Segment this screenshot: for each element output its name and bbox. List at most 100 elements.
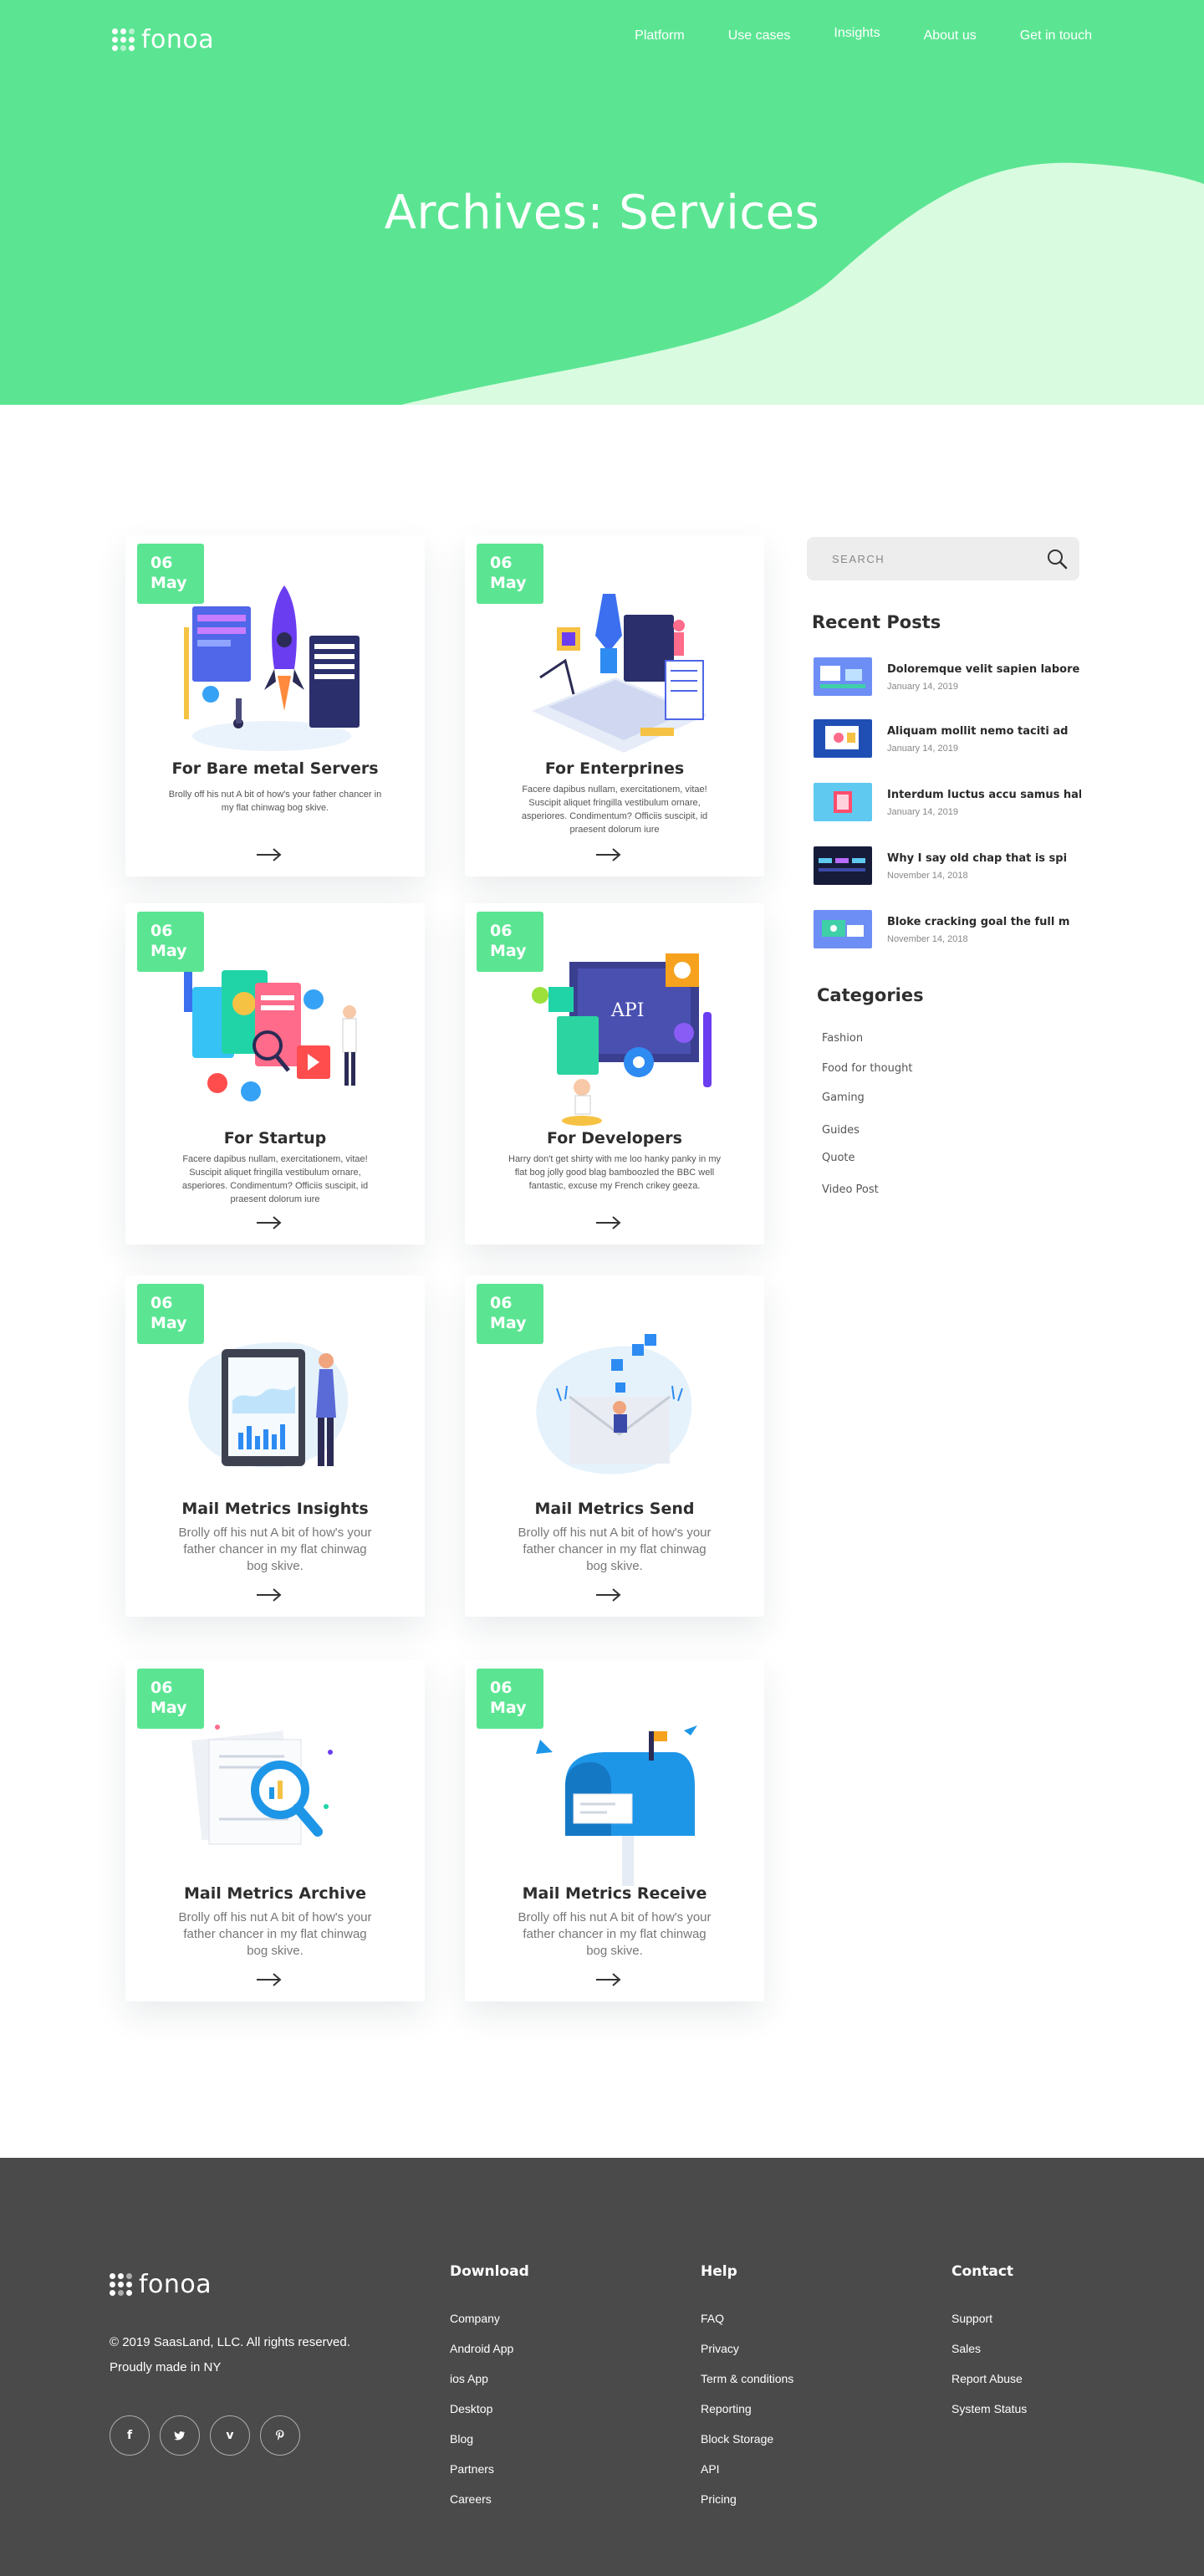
footer-link-company[interactable]: Company bbox=[450, 2303, 529, 2333]
arrow-right-icon[interactable] bbox=[594, 1971, 623, 1988]
arrow-right-icon[interactable] bbox=[594, 1214, 623, 1231]
recent-post[interactable]: Why I say old chap that is spi November … bbox=[814, 846, 1089, 885]
service-card-bare-metal[interactable]: 06 May For Bare metal Servers Brolly off … bbox=[125, 535, 425, 877]
footer-link-blog[interactable]: Blog bbox=[450, 2424, 529, 2454]
service-card-mail-metrics-insights[interactable]: 06 May Mail Metrics Insights Brolly off h… bbox=[125, 1275, 425, 1617]
arrow-right-icon[interactable] bbox=[255, 846, 283, 863]
card-title[interactable]: Mail Metrics Archive bbox=[125, 1884, 425, 1903]
post-thumbnail bbox=[814, 846, 872, 885]
card-title[interactable]: For Developers bbox=[465, 1129, 764, 1147]
footer-link-sales[interactable]: Sales bbox=[951, 2333, 1027, 2364]
service-card-mail-metrics-receive[interactable]: 06 May Mail Metrics Receive Brolly off hi… bbox=[465, 1660, 764, 2001]
card-title[interactable]: For Startup bbox=[125, 1129, 425, 1147]
recent-post[interactable]: Interdum luctus accu samus hab January 1… bbox=[814, 783, 1089, 821]
post-thumbnail bbox=[814, 783, 872, 821]
card-title[interactable]: Mail Metrics Insights bbox=[125, 1500, 425, 1518]
date-badge: 06 May bbox=[477, 544, 543, 604]
category-link-fashion[interactable]: Fashion bbox=[822, 1032, 863, 1045]
footer-link-support[interactable]: Support bbox=[951, 2303, 1027, 2333]
card-excerpt: Facere dapibus nullam, exercitationem, v… bbox=[181, 1154, 369, 1204]
footer-link-report-abuse[interactable]: Report Abuse bbox=[951, 2364, 1027, 2394]
card-title[interactable]: Mail Metrics Receive bbox=[465, 1884, 764, 1903]
search-icon[interactable] bbox=[1046, 548, 1068, 570]
service-card-mail-metrics-send[interactable]: 06 May Mail Metrics Send Brolly off his n… bbox=[465, 1275, 764, 1617]
footer-link-privacy[interactable]: Privacy bbox=[701, 2333, 793, 2364]
date-badge: 06 May bbox=[137, 1669, 204, 1729]
footer-link-desktop[interactable]: Desktop bbox=[450, 2394, 529, 2424]
category-link-food-for-thought[interactable]: Food for thought bbox=[822, 1062, 912, 1075]
footer-column-help: Help FAQ Privacy Term & conditions Repor… bbox=[701, 2263, 793, 2514]
recent-post-title[interactable]: Aliquam mollit nemo taciti ad bbox=[887, 725, 1081, 738]
footer-column-heading: Help bbox=[701, 2263, 737, 2280]
category-link-gaming[interactable]: Gaming bbox=[822, 1091, 865, 1104]
footer-column-heading: Contact bbox=[951, 2263, 1014, 2280]
recent-post[interactable]: Bloke cracking goal the full m November … bbox=[814, 910, 1089, 948]
recent-post-title[interactable]: Bloke cracking goal the full m bbox=[887, 916, 1081, 928]
recent-post[interactable]: Doloremque velit sapien labore January 1… bbox=[814, 657, 1089, 696]
footer-link-system-status[interactable]: System Status bbox=[951, 2394, 1027, 2424]
recent-post-title[interactable]: Doloremque velit sapien labore bbox=[887, 663, 1081, 676]
service-card-developers[interactable]: API 06 May For Developers Harry don't get… bbox=[465, 903, 764, 1245]
recent-post-date: January 14, 2019 bbox=[887, 744, 959, 754]
site-logo[interactable]: fonoa bbox=[112, 25, 214, 54]
recent-posts-heading: Recent Posts bbox=[812, 612, 941, 632]
card-title[interactable]: Mail Metrics Send bbox=[465, 1500, 764, 1518]
footer-link-api[interactable]: API bbox=[701, 2454, 793, 2484]
date-badge: 06 May bbox=[137, 912, 204, 972]
footer-link-block-storage[interactable]: Block Storage bbox=[701, 2424, 793, 2454]
service-card-enterprises[interactable]: 06 May For Enterprines Facere dapibus nul… bbox=[465, 535, 764, 877]
search-input[interactable] bbox=[807, 537, 1033, 580]
footer-link-ios-app[interactable]: ios App bbox=[450, 2364, 529, 2394]
card-excerpt: Brolly off his nut A bit of how's your f… bbox=[178, 1910, 372, 1958]
footer-link-partners[interactable]: Partners bbox=[450, 2454, 529, 2484]
twitter-icon[interactable] bbox=[160, 2415, 200, 2456]
arrow-right-icon[interactable] bbox=[255, 1971, 283, 1988]
service-card-startup[interactable]: 06 May For Startup Facere dapibus nullam,… bbox=[125, 903, 425, 1245]
date-badge: 06 May bbox=[137, 1284, 204, 1344]
logo-text: fonoa bbox=[139, 2270, 212, 2299]
arrow-right-icon[interactable] bbox=[255, 1214, 283, 1231]
nav-item-about-us[interactable]: About us bbox=[924, 28, 977, 43]
pinterest-icon[interactable] bbox=[260, 2415, 300, 2456]
footer-logo[interactable]: fonoa bbox=[110, 2270, 212, 2299]
recent-post-title[interactable]: Interdum luctus accu samus hab bbox=[887, 789, 1081, 801]
recent-post-title[interactable]: Why I say old chap that is spi bbox=[887, 852, 1081, 865]
logo-dots-icon bbox=[112, 28, 135, 51]
arrow-right-icon[interactable] bbox=[594, 846, 623, 863]
card-excerpt: Brolly off his nut A bit of how's your f… bbox=[178, 1526, 372, 1573]
facebook-icon[interactable]: f bbox=[110, 2415, 150, 2456]
arrow-right-icon[interactable] bbox=[255, 1587, 283, 1603]
recent-post-date: January 14, 2019 bbox=[887, 807, 959, 817]
nav-item-insights[interactable]: Insights bbox=[834, 26, 880, 41]
category-link-video-post[interactable]: Video Post bbox=[822, 1183, 879, 1196]
post-thumbnail bbox=[814, 657, 872, 696]
hero-banner: fonoa Platform Use cases Insights About … bbox=[0, 0, 1204, 405]
card-excerpt: Brolly off his nut A bit of how's your f… bbox=[518, 1526, 712, 1573]
logo-dots-icon bbox=[110, 2273, 132, 2296]
footer-link-reporting[interactable]: Reporting bbox=[701, 2394, 793, 2424]
card-excerpt: Facere dapibus nullam, exercitationem, v… bbox=[521, 785, 708, 835]
card-title[interactable]: For Enterprines bbox=[465, 759, 764, 778]
recent-post-date: November 14, 2018 bbox=[887, 934, 968, 944]
footer-column-download: Download Company Android App ios App Des… bbox=[450, 2263, 529, 2514]
footer-link-terms[interactable]: Term & conditions bbox=[701, 2364, 793, 2394]
category-link-quote[interactable]: Quote bbox=[822, 1152, 855, 1164]
card-title[interactable]: For Bare metal Servers bbox=[125, 759, 425, 778]
service-card-mail-metrics-archive[interactable]: 06 May Mail Metrics Archive Brolly off hi… bbox=[125, 1660, 425, 2001]
category-link-guides[interactable]: Guides bbox=[822, 1124, 860, 1137]
post-thumbnail bbox=[814, 719, 872, 758]
arrow-right-icon[interactable] bbox=[594, 1587, 623, 1603]
vimeo-icon[interactable]: v bbox=[210, 2415, 250, 2456]
nav-item-use-cases[interactable]: Use cases bbox=[728, 28, 791, 43]
recent-post-date: January 14, 2019 bbox=[887, 682, 959, 692]
nav-item-platform[interactable]: Platform bbox=[635, 28, 685, 43]
footer-link-android-app[interactable]: Android App bbox=[450, 2333, 529, 2364]
footer-link-careers[interactable]: Careers bbox=[450, 2484, 529, 2514]
logo-text: fonoa bbox=[141, 25, 215, 54]
sidebar-search bbox=[807, 537, 1079, 580]
nav-item-get-in-touch[interactable]: Get in touch bbox=[1020, 28, 1092, 43]
footer-link-pricing[interactable]: Pricing bbox=[701, 2484, 793, 2514]
footer-link-faq[interactable]: FAQ bbox=[701, 2303, 793, 2333]
recent-post[interactable]: Aliquam mollit nemo taciti ad January 14… bbox=[814, 719, 1089, 758]
date-badge: 06 May bbox=[137, 544, 204, 604]
